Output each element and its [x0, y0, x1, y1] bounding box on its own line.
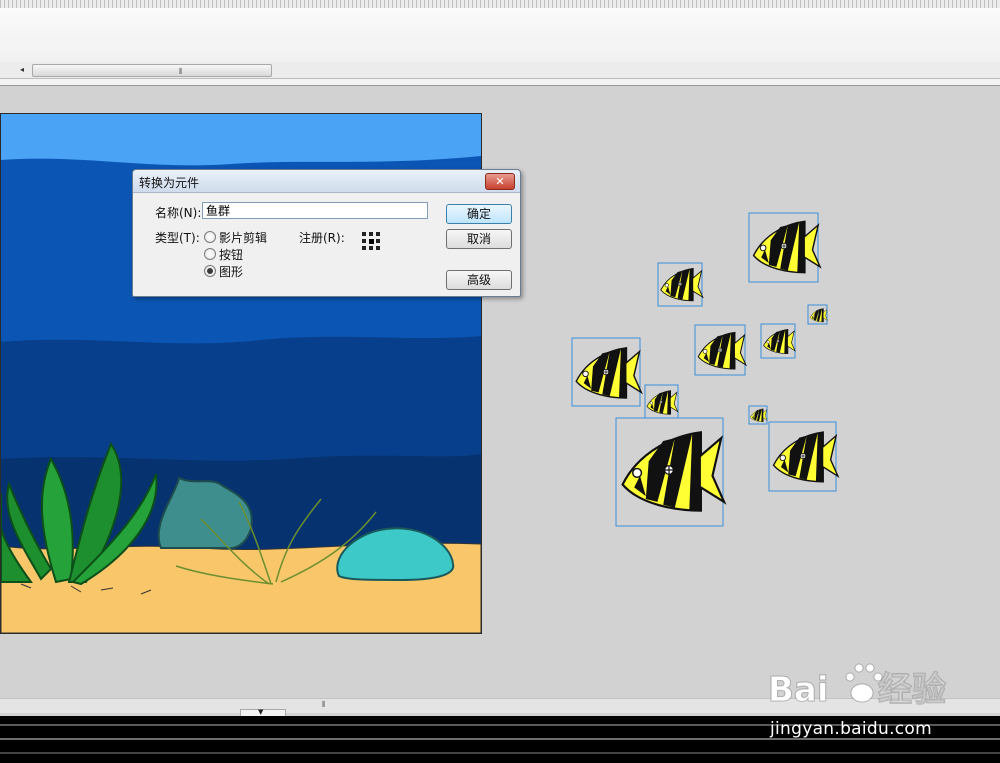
radio-button[interactable]	[204, 248, 216, 260]
watermark-url: jingyan.baidu.com	[770, 719, 932, 739]
fish-selection-box	[760, 323, 796, 359]
fish-selection-box	[571, 337, 641, 407]
type-label: 类型(T):	[155, 231, 200, 245]
dialog-titlebar[interactable]: 转换为元件 ✕	[133, 170, 520, 193]
baidu-watermark: Bai 经验 jingyan.baidu.com	[766, 653, 976, 743]
fish	[750, 408, 768, 422]
grip-icon: ⦀	[322, 700, 325, 709]
fish	[646, 390, 679, 415]
fish	[809, 308, 828, 323]
collapse-arrow-icon[interactable]: ▼	[258, 708, 263, 716]
fish-selection-box	[694, 324, 746, 376]
timeline-panel	[0, 8, 1000, 63]
panel-divider	[0, 79, 1000, 86]
fish	[660, 267, 704, 302]
radio-graphic[interactable]	[204, 265, 216, 277]
scrollbar-thumb[interactable]: ⦀	[32, 64, 272, 77]
fish-selection-box	[615, 417, 724, 527]
fish-selection-box	[807, 304, 828, 325]
advanced-button[interactable]: 高级	[446, 270, 512, 290]
timeline-scrollbar[interactable]: ◂ ⦀	[0, 62, 1000, 79]
fish	[575, 347, 643, 399]
fish	[697, 331, 747, 370]
svg-text:Bai: Bai	[768, 670, 829, 710]
radio-label-movie-clip: 影片剪辑	[219, 231, 268, 245]
svg-text:经验: 经验	[878, 670, 946, 710]
fish-selection-box	[768, 421, 837, 492]
registration-grid-icon[interactable]	[362, 232, 380, 250]
close-icon[interactable]: ✕	[485, 173, 515, 190]
dialog-title: 转换为元件	[139, 176, 200, 190]
fish-selection-box	[748, 212, 819, 283]
radio-label-button: 按钮	[219, 248, 244, 262]
scroll-left-arrow-icon[interactable]: ◂	[14, 64, 30, 76]
radio-movie-clip[interactable]	[204, 231, 216, 243]
fish	[763, 328, 796, 354]
registration-label: 注册(R):	[299, 231, 345, 245]
convert-to-symbol-dialog: 转换为元件 ✕ 名称(N): 鱼群 类型(T): 影片剪辑 按钮 图形 注册(R…	[132, 169, 521, 297]
baidu-logo: Bai 经验	[768, 663, 947, 711]
fish	[621, 431, 726, 512]
name-label: 名称(N):	[155, 206, 202, 220]
fish	[772, 431, 839, 483]
fish-selection-box	[644, 384, 679, 419]
fish	[752, 220, 821, 274]
ok-button[interactable]: 确定	[446, 204, 512, 224]
fish-selection-box	[657, 262, 703, 307]
fish-selection-box	[748, 405, 768, 425]
grip-icon: ⦀	[179, 67, 182, 76]
symbol-name-input[interactable]: 鱼群	[202, 202, 428, 219]
radio-label-graphic: 图形	[219, 265, 244, 279]
cancel-button[interactable]: 取消	[446, 229, 512, 249]
